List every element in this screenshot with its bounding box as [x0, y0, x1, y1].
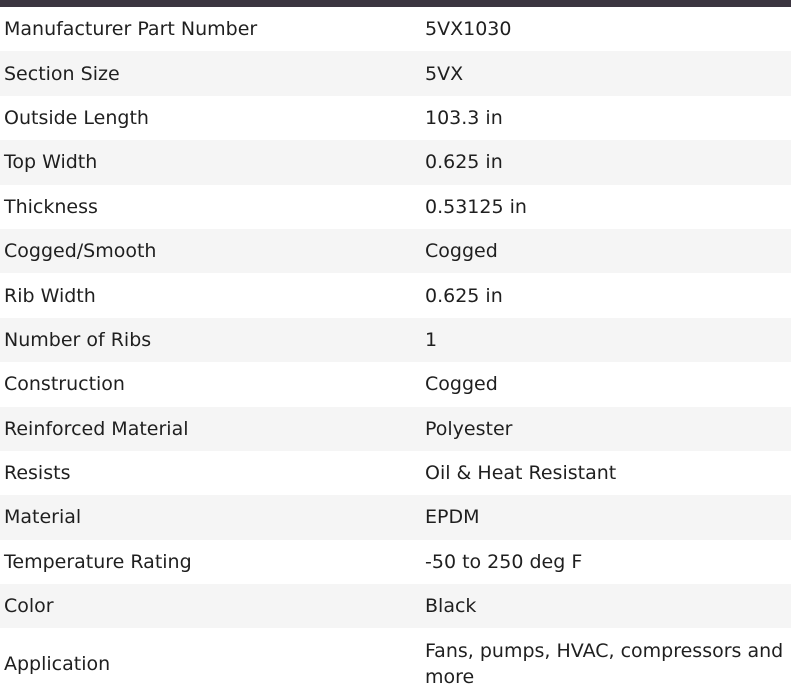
table-row: Thickness 0.53125 in	[0, 185, 791, 229]
spec-label: Outside Length	[4, 106, 149, 129]
table-row: Temperature Rating -50 to 250 deg F	[0, 540, 791, 584]
spec-value: Polyester	[421, 406, 791, 451]
spec-value: Cogged	[421, 228, 791, 274]
table-row: Outside Length 103.3 in	[0, 96, 791, 140]
spec-label: Temperature Rating	[4, 550, 192, 573]
spec-table: Manufacturer Part Number 5VX1030 Section…	[0, 7, 791, 687]
top-bar	[0, 0, 791, 7]
table-row: Cogged/Smooth Cogged	[0, 228, 791, 274]
spec-label: Rib Width	[4, 284, 96, 307]
spec-value: 103.3 in	[425, 106, 503, 129]
spec-value: 0.625 in	[421, 140, 791, 185]
table-row: Reinforced Material Polyester	[0, 406, 791, 451]
spec-value: 5VX1030	[425, 18, 512, 41]
spec-label: Cogged/Smooth	[0, 228, 421, 274]
table-row: Number of Ribs 1	[0, 317, 791, 363]
spec-label: Application	[4, 652, 111, 675]
spec-value: 0.625 in	[425, 284, 503, 307]
table-row: Manufacturer Part Number 5VX1030	[0, 7, 791, 51]
spec-label: Manufacturer Part Number	[4, 18, 258, 41]
spec-label: Section Size	[0, 51, 421, 96]
spec-label: Reinforced Material	[0, 406, 421, 451]
spec-value: Fans, pumps, HVAC, compressors and more	[425, 639, 784, 687]
spec-value: Oil & Heat Resistant	[425, 462, 617, 485]
spec-label: Construction	[4, 373, 125, 396]
spec-value: 0.53125 in	[425, 195, 527, 218]
spec-label: Color	[0, 584, 421, 629]
table-row: Application Fans, pumps, HVAC, compresso…	[0, 628, 791, 687]
spec-label: Number of Ribs	[0, 317, 421, 363]
spec-value: Cogged	[425, 373, 498, 396]
spec-value: -50 to 250 deg F	[425, 550, 583, 573]
table-row: Resists Oil & Heat Resistant	[0, 451, 791, 495]
spec-label: Top Width	[0, 140, 421, 185]
table-row: Top Width 0.625 in	[0, 140, 791, 185]
spec-value: 5VX	[421, 51, 791, 96]
table-row: Section Size 5VX	[0, 51, 791, 96]
spec-label: Material	[0, 495, 421, 540]
spec-label: Resists	[4, 462, 71, 485]
table-row: Construction Cogged	[0, 362, 791, 406]
table-row: Rib Width 0.625 in	[0, 273, 791, 317]
spec-label: Thickness	[4, 195, 98, 218]
table-row: Color Black	[0, 584, 791, 629]
table-row: Material EPDM	[0, 495, 791, 540]
spec-value: EPDM	[421, 495, 791, 540]
spec-value: 1	[421, 317, 791, 363]
spec-value: Black	[421, 584, 791, 629]
